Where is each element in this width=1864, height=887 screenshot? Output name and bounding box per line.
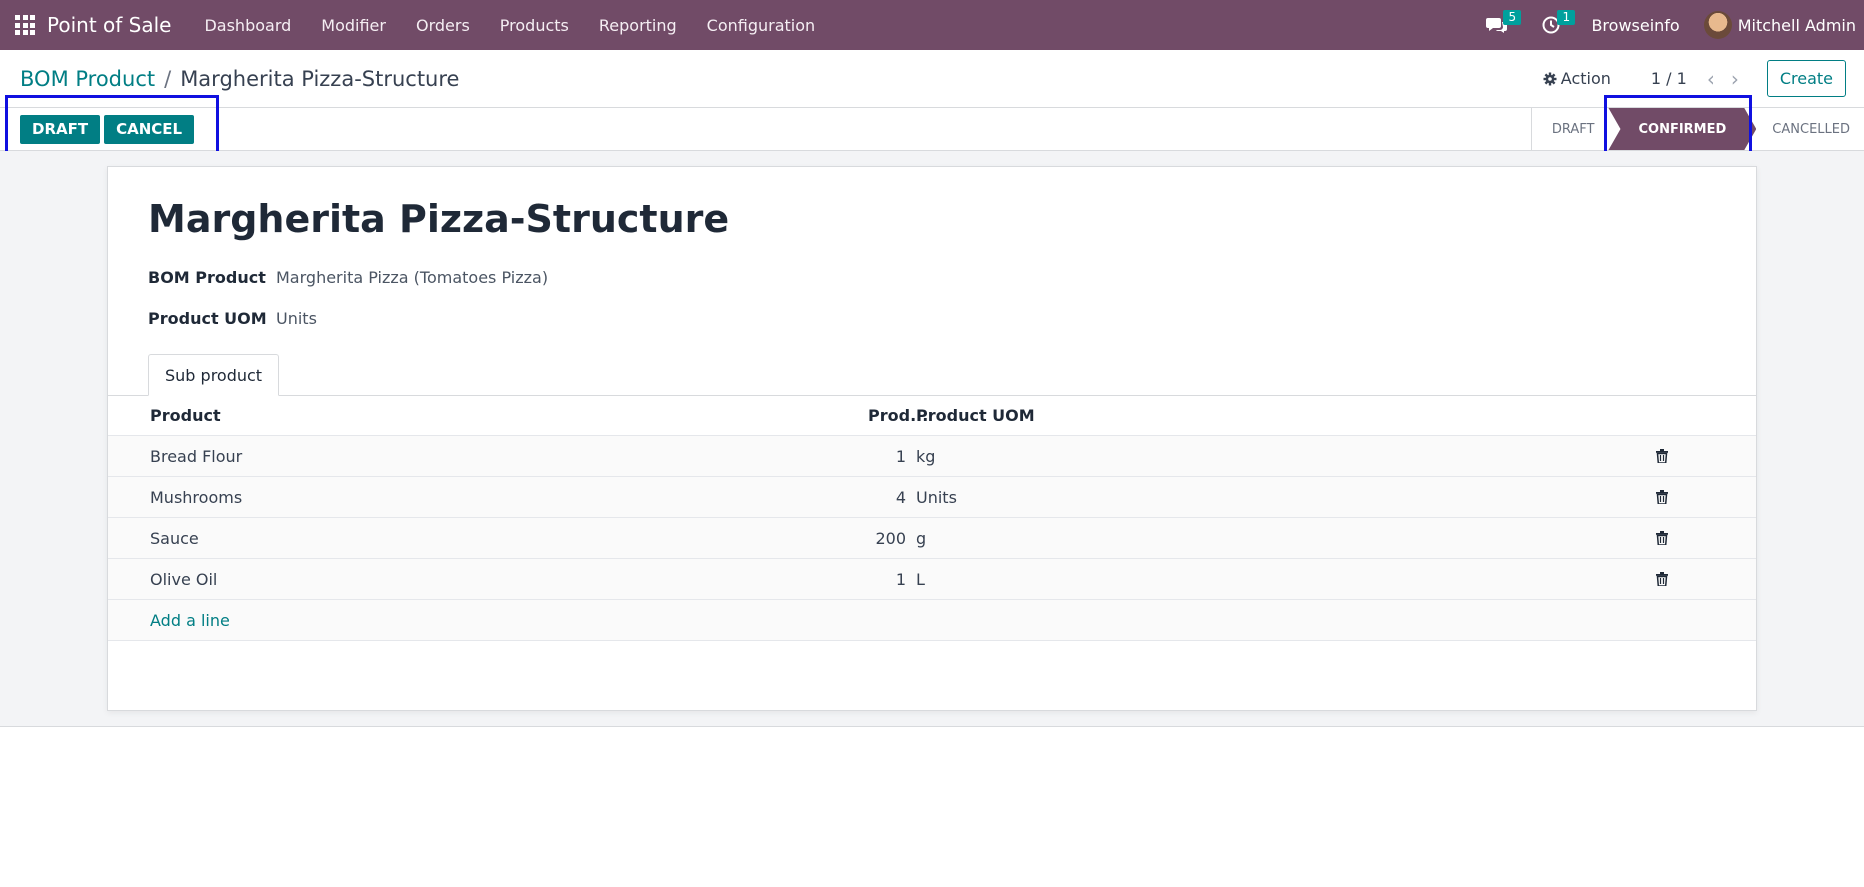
trash-icon[interactable] bbox=[1656, 531, 1668, 545]
user-menu[interactable]: Mitchell Admin bbox=[1738, 16, 1856, 35]
table-header: Product Prod... Product UOM bbox=[108, 396, 1756, 436]
gear-icon bbox=[1543, 72, 1557, 85]
activity-menu[interactable]: 1 bbox=[1531, 0, 1576, 50]
table-row[interactable]: Bread Flour 1 kg bbox=[108, 436, 1756, 477]
cell-uom[interactable]: L bbox=[906, 570, 1566, 589]
menu-item-configuration[interactable]: Configuration bbox=[692, 0, 831, 50]
field-label-bom-product: BOM Product bbox=[148, 268, 266, 287]
table-row[interactable]: Olive Oil 1 L bbox=[108, 559, 1756, 600]
stage-draft[interactable]: DRAFT bbox=[1532, 108, 1609, 150]
status-stages: DRAFT CONFIRMED CANCELLED bbox=[1530, 108, 1864, 150]
menu-item-modifier[interactable]: Modifier bbox=[306, 0, 401, 50]
field-label-product-uom: Product UOM bbox=[148, 309, 267, 328]
cell-quantity[interactable]: 1 bbox=[868, 447, 906, 466]
cell-product[interactable]: Bread Flour bbox=[108, 447, 868, 466]
set-draft-button[interactable]: DRAFT bbox=[20, 114, 101, 144]
sub-product-table: Product Prod... Product UOM Bread Flour … bbox=[108, 396, 1756, 641]
row-delete bbox=[1566, 449, 1696, 463]
header-product-uom[interactable]: Product UOM bbox=[906, 406, 1566, 425]
control-panel: BOM Product / Margherita Pizza-Structure… bbox=[0, 50, 1864, 107]
trash-icon[interactable] bbox=[1656, 572, 1668, 586]
breadcrumb-current: Margherita Pizza-Structure bbox=[180, 66, 460, 91]
table-row[interactable]: Sauce 200 g bbox=[108, 518, 1756, 559]
menu-item-reporting[interactable]: Reporting bbox=[584, 0, 692, 50]
messages-counter: 5 bbox=[1503, 10, 1522, 25]
pager-next-icon[interactable]: › bbox=[1723, 67, 1747, 91]
breadcrumb: BOM Product / Margherita Pizza-Structure bbox=[20, 67, 459, 91]
action-menu-button[interactable]: Action bbox=[1543, 69, 1611, 88]
header-quantity[interactable]: Prod... bbox=[868, 406, 928, 425]
cell-product[interactable]: Olive Oil bbox=[108, 570, 868, 589]
menu-item-dashboard[interactable]: Dashboard bbox=[189, 0, 306, 50]
cancel-button[interactable]: CANCEL bbox=[104, 114, 195, 144]
trash-icon[interactable] bbox=[1656, 449, 1668, 463]
pager-previous-icon[interactable]: ‹ bbox=[1699, 67, 1723, 91]
menu-item-orders[interactable]: Orders bbox=[401, 0, 485, 50]
stage-confirmed[interactable]: CONFIRMED bbox=[1608, 108, 1756, 150]
control-panel-right: Action 1 / 1 ‹ › Create bbox=[1543, 60, 1864, 97]
header-product[interactable]: Product bbox=[108, 406, 868, 425]
company-switcher[interactable]: Browseinfo bbox=[1591, 16, 1679, 35]
activities-counter: 1 bbox=[1557, 10, 1576, 25]
status-bar: DRAFT CANCEL DRAFT CONFIRMED CANCELLED bbox=[0, 107, 1864, 151]
cell-uom[interactable]: g bbox=[906, 529, 1566, 548]
cell-quantity[interactable]: 4 bbox=[868, 488, 906, 507]
breadcrumb-separator: / bbox=[164, 66, 172, 91]
add-line-row: Add a line bbox=[108, 600, 1756, 641]
table-row[interactable]: Mushrooms 4 Units bbox=[108, 477, 1756, 518]
add-line-cell: Add a line bbox=[108, 611, 868, 630]
row-delete bbox=[1566, 531, 1696, 545]
cell-product[interactable]: Sauce bbox=[108, 529, 868, 548]
form-sheet: Margherita Pizza-Structure BOM Product M… bbox=[107, 166, 1757, 711]
cell-product[interactable]: Mushrooms bbox=[108, 488, 868, 507]
apps-grid-icon[interactable] bbox=[13, 13, 37, 37]
menu-item-products[interactable]: Products bbox=[485, 0, 584, 50]
pager-value[interactable]: 1 / 1 bbox=[1651, 69, 1687, 88]
action-label: Action bbox=[1560, 69, 1611, 88]
tab-sub-product[interactable]: Sub product bbox=[148, 354, 280, 396]
stage-cancelled[interactable]: CANCELLED bbox=[1756, 108, 1864, 150]
trash-icon[interactable] bbox=[1656, 490, 1668, 504]
cell-uom[interactable]: Units bbox=[906, 488, 1566, 507]
row-delete bbox=[1566, 572, 1696, 586]
record-title: Margherita Pizza-Structure bbox=[148, 197, 730, 241]
field-value-bom-product[interactable]: Margherita Pizza (Tomatoes Pizza) bbox=[276, 268, 548, 287]
create-button[interactable]: Create bbox=[1766, 60, 1846, 97]
field-value-product-uom[interactable]: Units bbox=[276, 309, 317, 328]
app-brand[interactable]: Point of Sale bbox=[47, 13, 171, 37]
field-bom-product: BOM Product Margherita Pizza (Tomatoes P… bbox=[148, 268, 548, 287]
add-line-link[interactable]: Add a line bbox=[150, 611, 230, 630]
main-menu: Dashboard Modifier Orders Products Repor… bbox=[189, 0, 830, 50]
messaging-menu[interactable]: 5 bbox=[1477, 0, 1522, 50]
cell-quantity[interactable]: 200 bbox=[868, 529, 906, 548]
field-product-uom: Product UOM Units bbox=[148, 309, 317, 328]
cell-quantity[interactable]: 1 bbox=[868, 570, 906, 589]
breadcrumb-bom-product[interactable]: BOM Product bbox=[20, 67, 155, 91]
navbar-systray: 5 1 Browseinfo Mitchell Admin bbox=[1477, 0, 1864, 50]
top-navbar: Point of Sale Dashboard Modifier Orders … bbox=[0, 0, 1864, 50]
cell-uom[interactable]: kg bbox=[906, 447, 1566, 466]
row-delete bbox=[1566, 490, 1696, 504]
user-avatar[interactable] bbox=[1703, 11, 1732, 39]
notebook-tabs: Sub product bbox=[108, 354, 1756, 396]
